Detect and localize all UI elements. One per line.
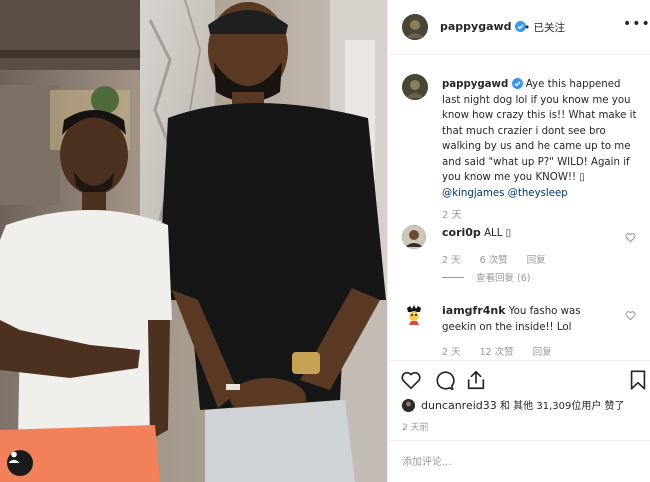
action-bar [388, 360, 650, 398]
comment-timestamp: 2 天 [442, 347, 461, 358]
tagged-users-button[interactable] [7, 450, 33, 476]
photo-illustration [0, 0, 387, 482]
verified-badge-icon [511, 78, 523, 89]
commenter-username[interactable]: cori0p [442, 226, 481, 239]
likes-summary: duncanreid33 和 其他 31,309位用户 赞了 [402, 397, 625, 412]
commenter-avatar[interactable] [402, 225, 426, 249]
reply-button[interactable]: 回复 [533, 347, 552, 358]
comment-text: iamgfr4nk You fasho was geekin on the in… [442, 303, 617, 335]
caption-body: Aye this happened last night dog lol if … [442, 79, 637, 183]
comment-heart-icon[interactable] [625, 232, 636, 243]
comment-like-count[interactable]: 12 次赞 [480, 347, 514, 358]
user-icon [8, 451, 20, 463]
caption-author-avatar[interactable] [402, 74, 428, 100]
post-timestamp: 2 天前 [402, 423, 429, 433]
comment-body: ALL ▯ [484, 228, 512, 239]
post-photo[interactable] [0, 0, 387, 482]
post-header: pappygawd • 已关注 ••• [388, 0, 650, 55]
bookmark-icon[interactable] [627, 369, 649, 391]
comment-timestamp: 2 天 [442, 255, 461, 266]
comment-like-count[interactable]: 6 次赞 [480, 255, 508, 266]
author-name-row: pappygawd [440, 20, 527, 33]
heart-icon[interactable] [400, 369, 422, 391]
commenter-avatar[interactable] [402, 303, 426, 327]
caption-username[interactable]: pappygawd [442, 79, 508, 90]
caption-text: pappygawd Aye this happened last night d… [442, 77, 642, 201]
comment-heart-icon[interactable] [625, 310, 636, 321]
comment-meta: 2 天 6 次赞 回复 [442, 252, 565, 266]
likes-joiner: 和 其他 [499, 401, 534, 412]
comment-icon[interactable] [433, 369, 455, 391]
post-side-panel: pappygawd • 已关注 ••• pappygawd Aye this h… [387, 0, 650, 482]
comment-meta: 2 天 12 次赞 回复 [442, 344, 571, 358]
likes-count[interactable]: 31,309 [536, 401, 571, 412]
view-replies-label: 查看回复 (6) [476, 273, 531, 284]
add-comment-bar [388, 440, 650, 482]
mention-link[interactable]: @theysleep [508, 188, 568, 199]
share-icon[interactable] [465, 369, 487, 391]
add-comment-input[interactable] [402, 453, 632, 471]
caption-timestamp: 2 天 [442, 210, 462, 221]
view-replies-button[interactable]: 查看回复 (6) [442, 270, 530, 284]
comment-text: cori0p ALL ▯ [442, 225, 617, 242]
author-avatar[interactable] [402, 14, 428, 40]
liker-avatar[interactable] [402, 399, 415, 412]
replies-divider [442, 277, 464, 278]
more-options-button[interactable]: ••• [623, 16, 650, 36]
likes-suffix: 位用户 赞了 [571, 401, 625, 412]
mention-link[interactable]: @kingjames [442, 188, 504, 199]
liker-username[interactable]: duncanreid33 [421, 399, 497, 412]
follow-status[interactable]: • 已关注 [524, 20, 565, 35]
reply-button[interactable]: 回复 [527, 255, 546, 266]
commenter-username[interactable]: iamgfr4nk [442, 304, 506, 317]
author-username[interactable]: pappygawd [440, 20, 512, 33]
